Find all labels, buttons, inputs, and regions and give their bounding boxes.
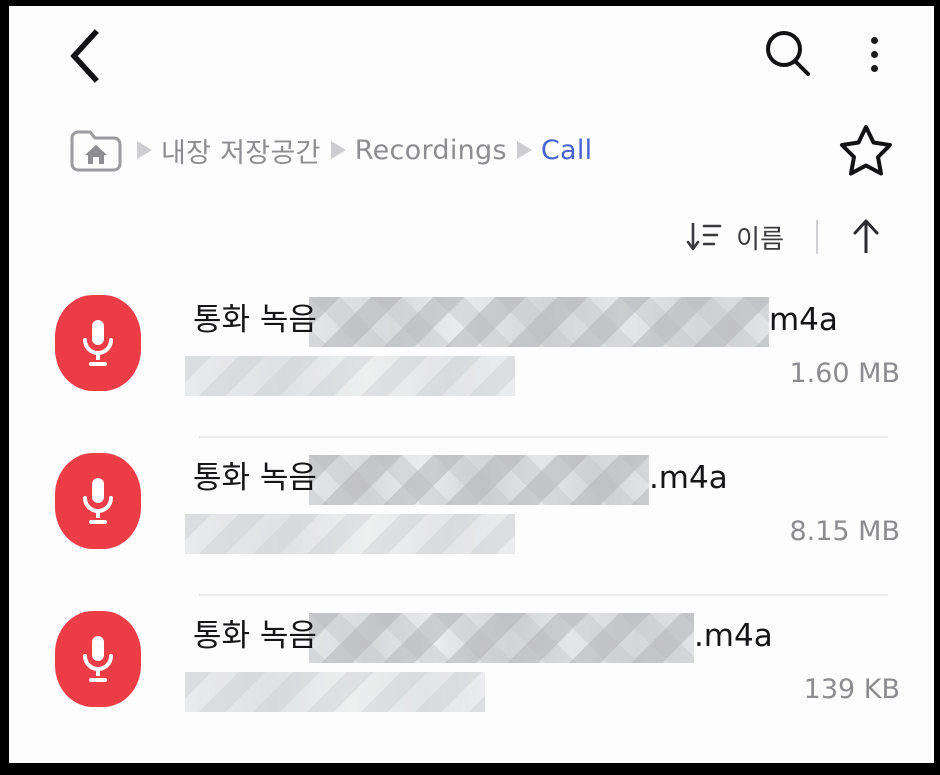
file-name-prefix: 통화 녹음 [193, 302, 317, 338]
sort-divider [816, 220, 818, 254]
redacted-filename [308, 455, 649, 505]
breadcrumb-item-0[interactable]: 내장 저장공간 [161, 131, 321, 170]
search-button[interactable] [758, 24, 818, 84]
table-row[interactable]: 통화 녹음 .m4a 139 KB [9, 596, 934, 754]
file-type-badge [55, 611, 141, 707]
sort-descending-icon [686, 223, 722, 251]
file-extension: .m4a [648, 460, 728, 496]
chevron-left-icon [70, 29, 99, 83]
file-info: 통화 녹음 .m4a 8.15 MB [185, 438, 900, 596]
breadcrumb-row: 내장 저장공간 Recordings Call [9, 106, 934, 194]
more-vertical-icon [870, 36, 878, 72]
breadcrumb-item-current[interactable]: Call [541, 135, 593, 166]
file-size: 139 KB [803, 674, 900, 705]
breadcrumb-separator [127, 139, 161, 161]
device-frame: 내장 저장공간 Recordings Call 이름 통화 녹음 m4a 1.6… [0, 0, 940, 775]
file-extension: m4a [768, 302, 838, 338]
file-size: 1.60 MB [789, 358, 900, 389]
sort-by-button[interactable]: 이름 [676, 213, 794, 262]
breadcrumb-separator [321, 139, 355, 161]
file-list: 통화 녹음 m4a 1.60 MB 통화 녹음 .m4a 8.15 MB 통화 … [9, 280, 934, 754]
file-meta-line: 139 KB [185, 672, 900, 718]
breadcrumb-home-button[interactable] [65, 124, 127, 176]
home-folder-icon [70, 130, 122, 172]
table-row[interactable]: 통화 녹음 m4a 1.60 MB [9, 280, 934, 438]
breadcrumb: 내장 저장공간 Recordings Call [65, 124, 834, 176]
file-info: 통화 녹음 .m4a 139 KB [185, 596, 900, 754]
file-name-line: 통화 녹음 .m4a [193, 452, 900, 508]
file-info: 통화 녹음 m4a 1.60 MB [185, 280, 900, 438]
star-outline-icon [840, 125, 892, 176]
file-extension: .m4a [693, 618, 773, 654]
overflow-menu-button[interactable] [844, 24, 904, 84]
arrow-up-icon [853, 219, 879, 253]
triangle-right-icon [137, 141, 152, 159]
file-name-prefix: 통화 녹음 [193, 618, 317, 654]
triangle-right-icon [330, 141, 346, 159]
file-manager-screen: 내장 저장공간 Recordings Call 이름 통화 녹음 m4a 1.6… [9, 6, 934, 763]
file-meta-line: 1.60 MB [185, 356, 900, 402]
file-name-line: 통화 녹음 .m4a [193, 610, 900, 666]
redacted-file-date [185, 514, 515, 554]
table-row[interactable]: 통화 녹음 .m4a 8.15 MB [9, 438, 934, 596]
file-name-line: 통화 녹음 m4a [193, 294, 900, 350]
app-bar [9, 6, 934, 106]
triangle-right-icon [516, 141, 532, 159]
redacted-filename [308, 297, 769, 347]
file-type-badge [55, 295, 141, 391]
redacted-file-date [185, 672, 485, 712]
breadcrumb-item-1[interactable]: Recordings [355, 135, 507, 166]
redacted-filename [308, 613, 694, 663]
microphone-icon [83, 636, 113, 682]
file-name-prefix: 통화 녹음 [193, 460, 317, 496]
file-type-badge [55, 453, 141, 549]
sort-by-label: 이름 [736, 224, 784, 255]
favorite-button[interactable] [834, 118, 898, 182]
breadcrumb-separator [507, 139, 541, 161]
back-button[interactable] [53, 24, 117, 88]
sort-bar: 이름 [9, 194, 934, 280]
microphone-icon [83, 478, 113, 524]
microphone-icon [83, 320, 113, 366]
search-icon [766, 31, 810, 76]
file-size: 8.15 MB [789, 516, 900, 547]
app-bar-actions [758, 24, 904, 84]
file-meta-line: 8.15 MB [185, 514, 900, 560]
sort-direction-button[interactable] [840, 211, 892, 263]
redacted-file-date [185, 356, 515, 396]
